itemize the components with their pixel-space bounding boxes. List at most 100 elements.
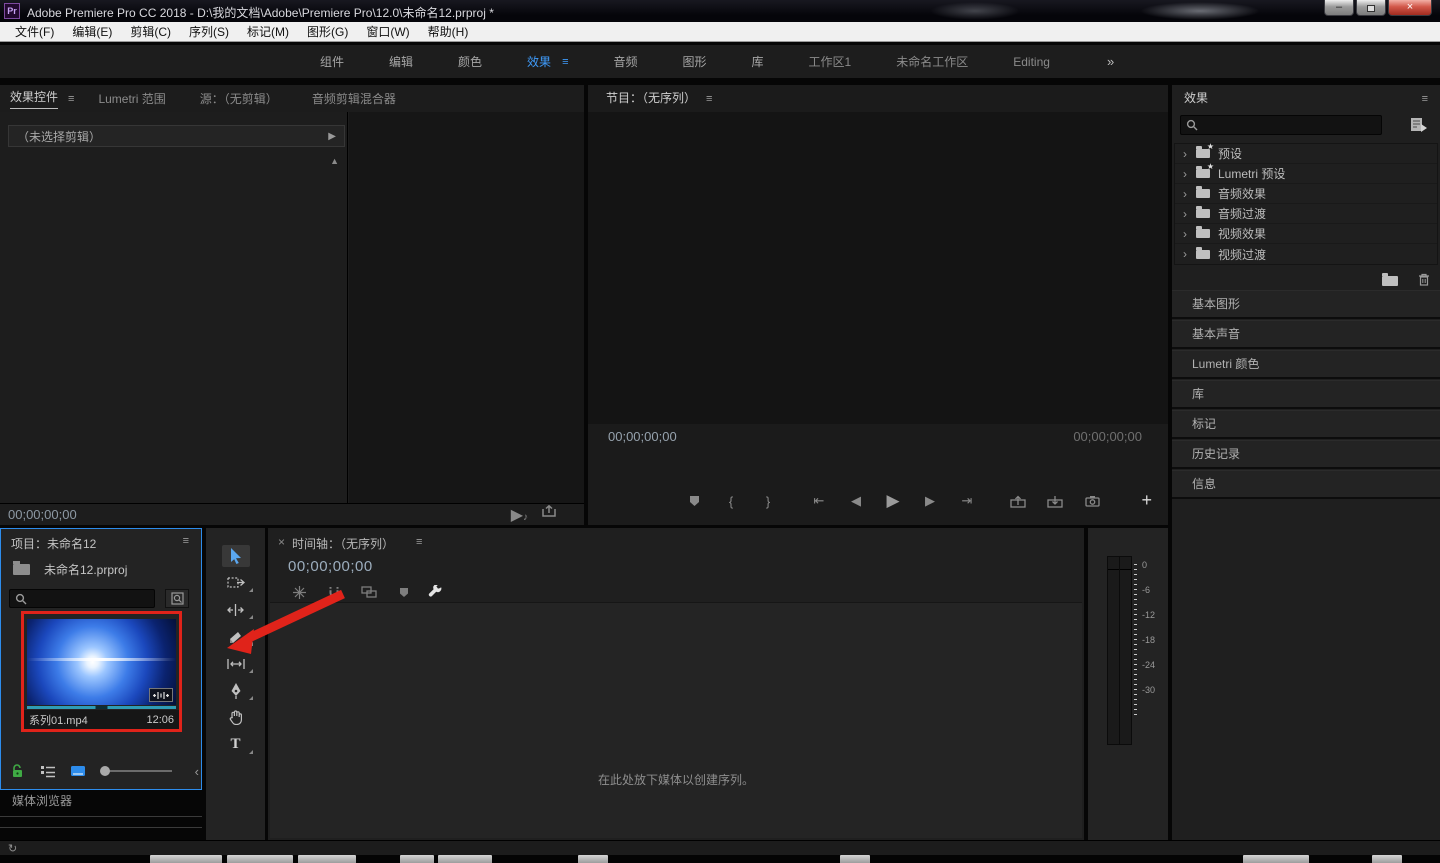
list-view-button[interactable] <box>40 765 56 778</box>
go-to-in-button[interactable]: ⇤ <box>808 492 830 510</box>
mark-out-button[interactable]: } <box>757 492 779 510</box>
taskbar-item[interactable] <box>438 855 492 863</box>
menu-help[interactable]: 帮助(H) <box>419 23 478 40</box>
program-current-timecode[interactable]: 00;00;00;00 <box>608 429 677 444</box>
workspace-tab-editing-en[interactable]: Editing <box>1013 55 1050 69</box>
type-tool[interactable]: T <box>206 731 265 758</box>
chevron-right-icon[interactable]: › <box>1183 207 1196 221</box>
taskbar-item[interactable] <box>1243 855 1309 863</box>
timeline-settings-button[interactable] <box>426 584 444 600</box>
workspace-tab-color[interactable]: 颜色 <box>458 53 482 70</box>
menu-clip[interactable]: 剪辑(C) <box>121 23 180 40</box>
effect-controls-timecode[interactable]: 00;00;00;00 <box>8 507 77 522</box>
chevron-right-icon[interactable]: › <box>1183 147 1196 161</box>
taskbar-item[interactable] <box>578 855 608 863</box>
clip-name-row[interactable]: 系列01.mp4 12:06 <box>24 710 179 729</box>
project-writable-button[interactable] <box>11 764 24 778</box>
menu-sequence[interactable]: 序列(S) <box>180 23 238 40</box>
sync-status-icon[interactable]: ↻ <box>8 842 17 855</box>
taskbar-item[interactable] <box>1372 855 1402 863</box>
tab-source-monitor[interactable]: 源：（无剪辑） <box>200 90 278 107</box>
workspace-overflow-chevron[interactable]: » <box>1107 54 1112 69</box>
menu-edit[interactable]: 编辑(E) <box>63 23 121 40</box>
taskbar-item[interactable] <box>400 855 434 863</box>
panel-menu-icon[interactable]: ≡ <box>183 535 189 547</box>
play-button[interactable]: ▶ <box>882 492 904 510</box>
workspace-tab-unnamed[interactable]: 未命名工作区 <box>896 53 968 70</box>
panel-tab-lumetri-color[interactable]: Lumetri 颜色 <box>1172 350 1440 379</box>
chevron-right-icon[interactable]: › <box>1183 247 1196 261</box>
workspace-tab-libraries[interactable]: 库 <box>752 53 764 70</box>
panel-tab-info[interactable]: 信息 <box>1172 470 1440 499</box>
tab-effects[interactable]: 效果 <box>1184 89 1208 109</box>
taskbar-item[interactable] <box>298 855 356 863</box>
filter-bins-button[interactable] <box>1410 117 1428 132</box>
taskbar-item[interactable] <box>227 855 293 863</box>
panel-tab-markers[interactable]: 标记 <box>1172 410 1440 439</box>
taskbar-item[interactable] <box>840 855 870 863</box>
project-panel-title[interactable]: 项目：未命名12 <box>11 535 96 552</box>
clip-scrub-bar[interactable] <box>27 706 176 709</box>
workspace-tab-graphics[interactable]: 图形 <box>683 53 707 70</box>
close-panel-icon[interactable]: × <box>278 535 285 549</box>
timeline-drop-zone[interactable]: 在此处放下媒体以创建序列。 <box>270 602 1082 838</box>
effects-search-input[interactable] <box>1180 115 1382 135</box>
effects-bin-video-transitions[interactable]: › 视频过渡 <box>1175 244 1437 264</box>
timeline-timecode[interactable]: 00;00;00;00 <box>288 558 373 575</box>
workspace-tab-audio[interactable]: 音频 <box>613 53 637 70</box>
tab-media-browser[interactable]: 媒体浏览器 <box>12 794 72 808</box>
menu-file[interactable]: 文件(F) <box>6 23 63 40</box>
selection-tool[interactable] <box>206 542 265 569</box>
chevron-right-icon[interactable]: › <box>1183 167 1196 181</box>
export-frame-button[interactable] <box>1081 492 1103 510</box>
mark-in-button[interactable]: { <box>720 492 742 510</box>
workspace-tab-effects[interactable]: 效果 <box>527 53 551 70</box>
effects-bin-audio-transitions[interactable]: › 音频过渡 <box>1175 204 1437 224</box>
delete-button[interactable] <box>1418 273 1430 291</box>
project-search-input[interactable] <box>9 589 155 608</box>
panel-menu-icon[interactable]: ≡ <box>706 93 712 105</box>
chevron-right-icon[interactable]: › <box>1183 187 1196 201</box>
new-custom-bin-button[interactable] <box>1382 273 1406 291</box>
add-marker-button[interactable] <box>395 584 413 600</box>
menu-window[interactable]: 窗口(W) <box>357 23 418 40</box>
tab-program-monitor[interactable]: 节目：（无序列） <box>606 89 696 109</box>
slider-knob[interactable] <box>100 766 110 776</box>
linked-selection-toggle[interactable] <box>360 584 378 600</box>
taskbar-item[interactable] <box>150 855 222 863</box>
effects-bin-presets[interactable]: › 预设 <box>1175 144 1437 164</box>
clip-thumbnail[interactable] <box>27 619 176 705</box>
chevron-right-icon[interactable]: › <box>1183 227 1196 241</box>
tab-lumetri-scopes[interactable]: Lumetri 范围 <box>98 90 165 107</box>
minimize-button[interactable]: – <box>1324 0 1354 16</box>
workspace-tab-assembly[interactable]: 组件 <box>320 53 344 70</box>
panel-menu-icon[interactable]: ≡ <box>68 93 74 105</box>
more-buttons-chevron[interactable]: ‹ <box>195 764 199 779</box>
go-to-out-button[interactable]: ⇥ <box>956 492 978 510</box>
button-editor-add[interactable]: + <box>1141 490 1152 511</box>
extract-button[interactable] <box>1044 492 1066 510</box>
menu-markers[interactable]: 标记(M) <box>238 23 298 40</box>
panel-tab-history[interactable]: 历史记录 <box>1172 440 1440 469</box>
hand-tool[interactable] <box>206 704 265 731</box>
project-file-row[interactable]: 未命名12.prproj <box>13 561 127 578</box>
menu-graphics[interactable]: 图形(G) <box>298 23 357 40</box>
tab-audio-clip-mixer[interactable]: 音频剪辑混合器 <box>312 90 396 107</box>
no-clip-selected-row[interactable]: （未选择剪辑） ▶ <box>8 125 345 147</box>
effects-bin-audio-effects[interactable]: › 音频效果 <box>1175 184 1437 204</box>
thumbnail-zoom-slider[interactable] <box>102 770 172 772</box>
panel-menu-icon[interactable]: ≡ <box>416 536 422 548</box>
scroll-up-icon[interactable]: ▲ <box>330 156 339 166</box>
workspace-tab-workspace1[interactable]: 工作区1 <box>809 53 852 70</box>
effects-bin-lumetri-presets[interactable]: › Lumetri 预设 <box>1175 164 1437 184</box>
add-marker-button[interactable] <box>683 492 705 510</box>
close-button[interactable]: × <box>1388 0 1432 16</box>
panel-menu-icon[interactable]: ≡ <box>1422 93 1428 105</box>
export-frame-button[interactable] <box>542 505 556 525</box>
effects-bin-video-effects[interactable]: › 视频效果 <box>1175 224 1437 244</box>
lift-button[interactable] <box>1007 492 1029 510</box>
expander-icon[interactable]: ▶ <box>328 131 336 142</box>
play-audio-button[interactable]: ▶♪ <box>511 505 528 525</box>
icon-view-button[interactable] <box>70 765 86 777</box>
pen-tool[interactable] <box>206 677 265 704</box>
